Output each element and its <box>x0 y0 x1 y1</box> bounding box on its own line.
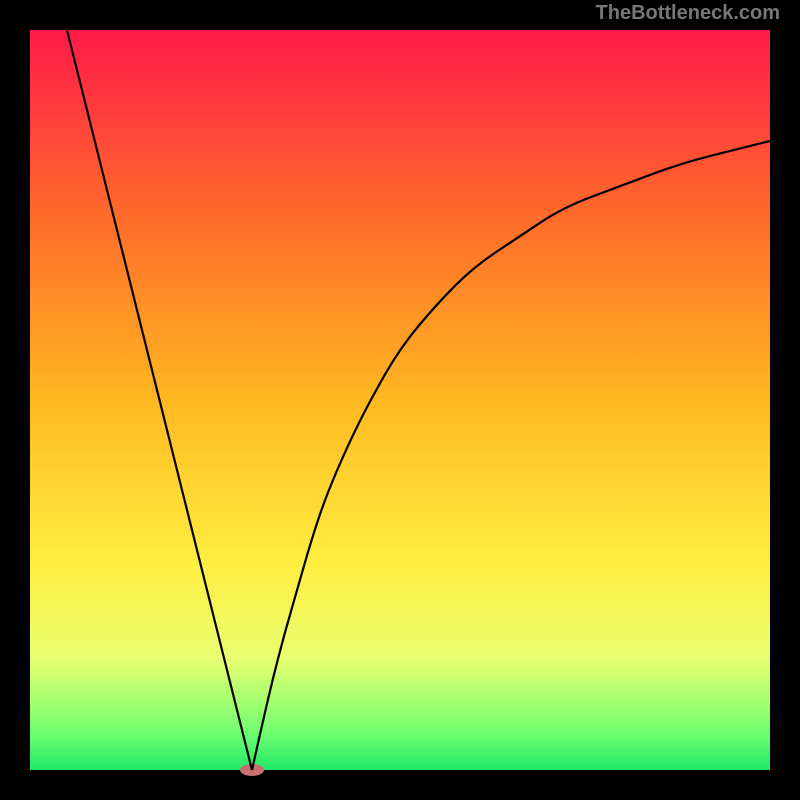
bottleneck-chart <box>0 0 800 800</box>
plot-background <box>30 30 770 770</box>
watermark-text: TheBottleneck.com <box>596 2 780 25</box>
chart-container: TheBottleneck.com <box>0 0 800 800</box>
